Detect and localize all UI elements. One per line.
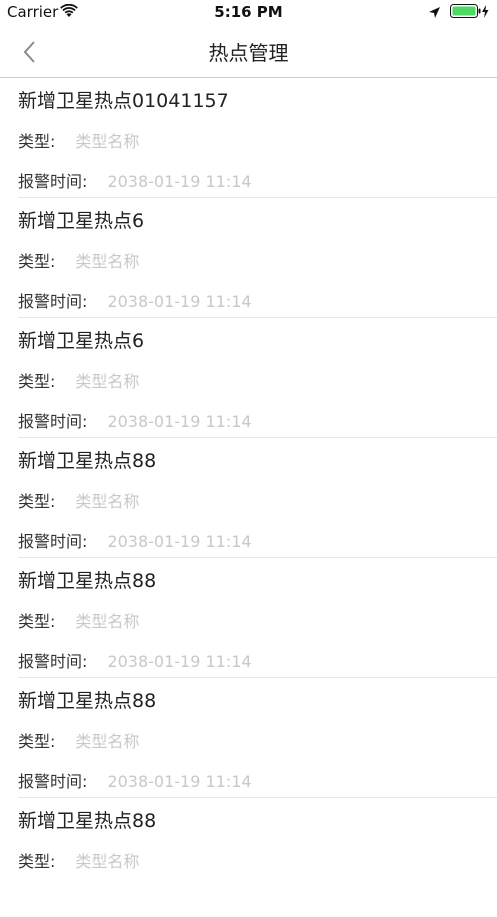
alarm-time-row: 报警时间: 2038-01-19 11:14 [18, 648, 252, 672]
type-value: 类型名称 [75, 732, 140, 751]
alarm-time-row: 报警时间: 2038-01-19 11:14 [18, 288, 252, 312]
alarm-time-row: 报警时间: 2038-01-19 11:14 [18, 168, 252, 192]
type-label: 类型: [18, 852, 56, 871]
type-row: 类型: 类型名称 [18, 728, 139, 752]
list-item[interactable]: 新增卫星热点88 类型: 类型名称 [18, 798, 497, 917]
alarm-time-value: 2038-01-19 11:14 [107, 172, 252, 191]
battery-icon [450, 4, 490, 24]
list-item[interactable]: 新增卫星热点01041157 类型: 类型名称 报警时间: 2038-01-19 1… [18, 78, 497, 198]
status-time: 5:16 PM [214, 3, 283, 21]
alarm-time-label: 报警时间: [18, 412, 88, 431]
type-row: 类型: 类型名称 [18, 848, 139, 872]
alarm-time-value: 2038-01-19 11:14 [107, 292, 252, 311]
alarm-time-row: 报警时间: 2038-01-19 11:14 [18, 768, 252, 792]
alarm-time-row: 报警时间: 2038-01-19 11:14 [18, 528, 252, 552]
alarm-time-value: 2038-01-19 11:14 [107, 772, 252, 791]
type-value: 类型名称 [75, 252, 140, 271]
list-item[interactable]: 新增卫星热点6 类型: 类型名称 报警时间: 2038-01-19 11:14 [18, 318, 497, 438]
list-item[interactable]: 新增卫星热点6 类型: 类型名称 报警时间: 2038-01-19 11:14 [18, 198, 497, 318]
list-item[interactable]: 新增卫星热点88 类型: 类型名称 报警时间: 2038-01-19 11:14 [18, 678, 497, 798]
type-row: 类型: 类型名称 [18, 608, 139, 632]
alarm-time-label: 报警时间: [18, 652, 88, 671]
hotspot-title: 新增卫星热点6 [18, 210, 145, 232]
hotspot-title: 新增卫星热点88 [18, 810, 157, 832]
hotspot-title: 新增卫星热点88 [18, 690, 157, 712]
type-row: 类型: 类型名称 [18, 368, 139, 392]
alarm-time-label: 报警时间: [18, 292, 88, 311]
alarm-time-value: 2038-01-19 11:14 [107, 532, 252, 551]
alarm-time-label: 报警时间: [18, 772, 88, 791]
type-label: 类型: [18, 612, 56, 631]
hotspot-title: 新增卫星热点88 [18, 570, 157, 592]
type-label: 类型: [18, 492, 56, 511]
list-item[interactable]: 新增卫星热点88 类型: 类型名称 报警时间: 2038-01-19 11:14 [18, 558, 497, 678]
type-label: 类型: [18, 252, 56, 271]
type-value: 类型名称 [75, 492, 140, 511]
type-row: 类型: 类型名称 [18, 488, 139, 512]
type-label: 类型: [18, 372, 56, 391]
type-value: 类型名称 [75, 612, 140, 631]
type-label: 类型: [18, 732, 56, 751]
type-value: 类型名称 [75, 852, 140, 871]
alarm-time-label: 报警时间: [18, 172, 88, 191]
alarm-time-value: 2038-01-19 11:14 [107, 412, 252, 431]
hotspot-list: 新增卫星热点01041157 类型: 类型名称 报警时间: 2038-01-19 1… [0, 78, 497, 917]
alarm-time-value: 2038-01-19 11:14 [107, 652, 252, 671]
page-title: 热点管理 [208, 41, 289, 65]
type-value: 类型名称 [75, 372, 140, 391]
status-bar: Carrier 5:16 PM [0, 0, 497, 26]
list-item[interactable]: 新增卫星热点88 类型: 类型名称 报警时间: 2038-01-19 11:14 [18, 438, 497, 558]
navigation-bar: 热点管理 [0, 26, 497, 78]
type-row: 类型: 类型名称 [18, 248, 139, 272]
alarm-time-row: 报警时间: 2038-01-19 11:14 [18, 408, 252, 432]
type-label: 类型: [18, 132, 56, 151]
type-row: 类型: 类型名称 [18, 128, 139, 152]
alarm-time-label: 报警时间: [18, 532, 88, 551]
hotspot-title: 新增卫星热点01041157 [18, 90, 229, 112]
hotspot-title: 新增卫星热点88 [18, 450, 157, 472]
type-value: 类型名称 [75, 132, 140, 151]
hotspot-title: 新增卫星热点6 [18, 330, 145, 352]
location-arrow-icon [428, 5, 441, 23]
